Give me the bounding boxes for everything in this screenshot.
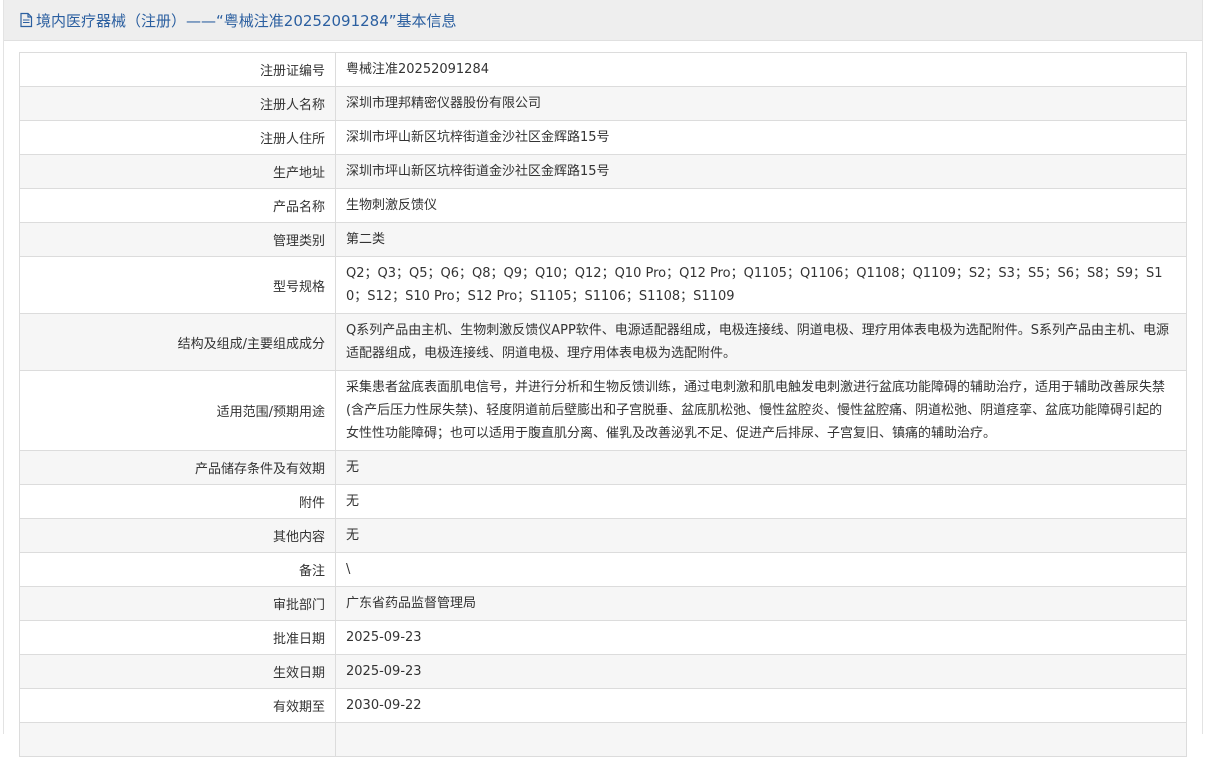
field-label: 有效期至: [19, 688, 336, 723]
field-label: 其他内容: [19, 518, 336, 553]
table-row: 有效期至 2030-09-22: [19, 688, 1187, 723]
field-label: 适用范围/预期用途: [19, 370, 336, 451]
field-label: 注册证编号: [19, 52, 336, 87]
table-row: 型号规格 Q2；Q3；Q5；Q6；Q8；Q9；Q10；Q12；Q10 Pro；Q…: [19, 256, 1187, 314]
field-value: 2030-09-22: [335, 688, 1187, 723]
table-row: 其他内容 无: [19, 518, 1187, 553]
field-label: 型号规格: [19, 256, 336, 314]
table-row: 适用范围/预期用途 采集患者盆底表面肌电信号，并进行分析和生物反馈训练，通过电刺…: [19, 370, 1187, 451]
field-value: 第二类: [335, 222, 1187, 257]
table-row: 产品名称 生物刺激反馈仪: [19, 188, 1187, 223]
table-row: 生产地址 深圳市坪山新区坑梓街道金沙社区金辉路15号: [19, 154, 1187, 189]
field-label: 审批部门: [19, 586, 336, 621]
field-value: 无: [335, 484, 1187, 519]
field-label: 管理类别: [19, 222, 336, 257]
page-title: 境内医疗器械（注册）——“粤械注准20252091284”基本信息: [36, 11, 457, 30]
field-label: 备注: [19, 552, 336, 587]
field-label: 生效日期: [19, 654, 336, 689]
table-row: 结构及组成/主要组成成分 Q系列产品由主机、生物刺激反馈仪APP软件、电源适配器…: [19, 313, 1187, 371]
panel-header: 境内医疗器械（注册）——“粤械注准20252091284”基本信息: [4, 0, 1202, 41]
table-row: 附件 无: [19, 484, 1187, 519]
field-label: 批准日期: [19, 620, 336, 655]
field-value: 2025-09-23: [335, 620, 1187, 655]
field-value: 2025-09-23: [335, 654, 1187, 689]
table-row: 管理类别 第二类: [19, 222, 1187, 257]
field-value: 广东省药品监督管理局: [335, 586, 1187, 621]
field-value: 粤械注准20252091284: [335, 52, 1187, 87]
field-value: [335, 722, 1187, 757]
field-label: 注册人住所: [19, 120, 336, 155]
info-table-wrapper: 注册证编号 粤械注准20252091284 注册人名称 深圳市理邦精密仪器股份有…: [19, 52, 1187, 757]
table-row: 注册证编号 粤械注准20252091284: [19, 52, 1187, 87]
field-value: 无: [335, 450, 1187, 485]
detail-panel: 境内医疗器械（注册）——“粤械注准20252091284”基本信息 注册证编号 …: [3, 0, 1203, 757]
document-icon: [19, 12, 33, 28]
info-table: 注册证编号 粤械注准20252091284 注册人名称 深圳市理邦精密仪器股份有…: [19, 52, 1187, 757]
table-row: 审批部门 广东省药品监督管理局: [19, 586, 1187, 621]
table-row: 生效日期 2025-09-23: [19, 654, 1187, 689]
table-row: 备注 \: [19, 552, 1187, 587]
table-row: 批准日期 2025-09-23: [19, 620, 1187, 655]
table-row: 注册人名称 深圳市理邦精密仪器股份有限公司: [19, 86, 1187, 121]
field-value: 深圳市理邦精密仪器股份有限公司: [335, 86, 1187, 121]
field-value: 生物刺激反馈仪: [335, 188, 1187, 223]
field-label: 产品储存条件及有效期: [19, 450, 336, 485]
field-value: Q2；Q3；Q5；Q6；Q8；Q9；Q10；Q12；Q10 Pro；Q12 Pr…: [335, 256, 1187, 314]
table-row: [19, 722, 1187, 757]
field-value: 深圳市坪山新区坑梓街道金沙社区金辉路15号: [335, 154, 1187, 189]
field-label: 结构及组成/主要组成成分: [19, 313, 336, 371]
field-label: 附件: [19, 484, 336, 519]
field-label: 产品名称: [19, 188, 336, 223]
field-label: 注册人名称: [19, 86, 336, 121]
field-value: 无: [335, 518, 1187, 553]
field-value: 深圳市坪山新区坑梓街道金沙社区金辉路15号: [335, 120, 1187, 155]
table-row: 注册人住所 深圳市坪山新区坑梓街道金沙社区金辉路15号: [19, 120, 1187, 155]
table-row: 产品储存条件及有效期 无: [19, 450, 1187, 485]
field-label: 生产地址: [19, 154, 336, 189]
field-label: [19, 722, 336, 757]
field-value: \: [335, 552, 1187, 587]
field-value: 采集患者盆底表面肌电信号，并进行分析和生物反馈训练，通过电刺激和肌电触发电刺激进…: [335, 370, 1187, 451]
info-table-body: 注册证编号 粤械注准20252091284 注册人名称 深圳市理邦精密仪器股份有…: [19, 52, 1187, 757]
field-value: Q系列产品由主机、生物刺激反馈仪APP软件、电源适配器组成，电极连接线、阴道电极…: [335, 313, 1187, 371]
